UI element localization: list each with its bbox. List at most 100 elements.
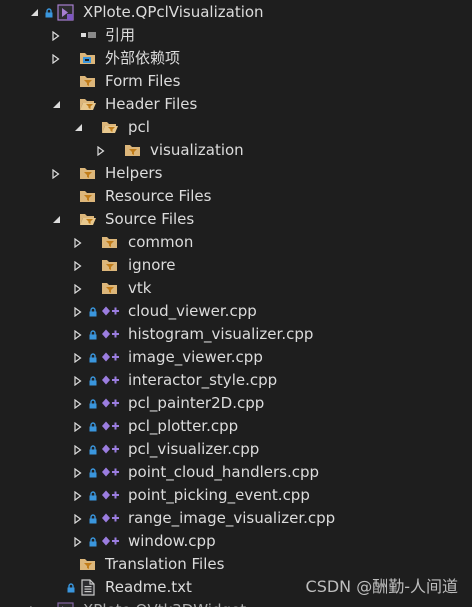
collapsed-arrow-icon[interactable] <box>72 513 84 525</box>
tree-item-label: pcl_visualizer.cpp <box>128 440 260 458</box>
tree-item-cpp-file[interactable]: point_cloud_handlers.cpp <box>0 461 472 484</box>
tree-item-resource-files[interactable]: Resource Files <box>0 185 472 208</box>
lock-icon <box>89 514 97 524</box>
collapsed-arrow-icon[interactable] <box>50 168 62 180</box>
collapsed-arrow-icon[interactable] <box>72 329 84 341</box>
cpp-file-icon <box>101 326 119 342</box>
expanded-arrow-icon[interactable] <box>72 122 84 134</box>
filter-folder-icon <box>101 257 119 273</box>
filter-folder-icon <box>124 142 142 158</box>
tree-item-helpers[interactable]: Helpers <box>0 162 472 185</box>
tree-item-pcl[interactable]: pcl <box>0 116 472 139</box>
tree-item-references[interactable]: 引用 <box>0 24 472 47</box>
collapsed-arrow-icon[interactable] <box>72 375 84 387</box>
tree-item-cpp-file[interactable]: interactor_style.cpp <box>0 369 472 392</box>
cpp-file-icon <box>101 303 119 319</box>
tree-item-cpp-file[interactable]: point_picking_event.cpp <box>0 484 472 507</box>
tree-item-label: histogram_visualizer.cpp <box>128 325 314 343</box>
tree-item-visualization[interactable]: visualization <box>0 139 472 162</box>
collapsed-arrow-icon[interactable] <box>72 444 84 456</box>
external-dependencies-icon <box>79 50 97 66</box>
tree-item-label: pcl <box>128 118 150 136</box>
tree-item-cpp-file[interactable]: pcl_visualizer.cpp <box>0 438 472 461</box>
expanded-arrow-icon[interactable] <box>28 7 40 19</box>
tree-item-common[interactable]: common <box>0 231 472 254</box>
collapsed-arrow-icon[interactable] <box>72 237 84 249</box>
tree-item-ignore[interactable]: ignore <box>0 254 472 277</box>
cpp-file-icon <box>101 372 119 388</box>
tree-item-cpp-file[interactable]: histogram_visualizer.cpp <box>0 323 472 346</box>
filter-folder-icon <box>79 556 97 572</box>
tree-item-cpp-file[interactable]: pcl_painter2D.cpp <box>0 392 472 415</box>
tree-item-label: point_picking_event.cpp <box>128 486 310 504</box>
tree-item-label: interactor_style.cpp <box>128 371 278 389</box>
collapsed-arrow-icon[interactable] <box>72 490 84 502</box>
collapsed-arrow-icon[interactable] <box>72 283 84 295</box>
filter-folder-open-icon <box>79 211 97 227</box>
tree-item-source-files[interactable]: Source Files <box>0 208 472 231</box>
tree-item-cpp-file[interactable]: range_image_visualizer.cpp <box>0 507 472 530</box>
tree-item-label: XPlote.QPclVisualization <box>83 3 264 21</box>
tree-item-label: visualization <box>150 141 244 159</box>
tree-item-label: pcl_painter2D.cpp <box>128 394 265 412</box>
tree-item-label: Form Files <box>105 72 181 90</box>
tree-item-cpp-file[interactable]: cloud_viewer.cpp <box>0 300 472 323</box>
tree-item-label: image_viewer.cpp <box>128 348 263 366</box>
collapsed-arrow-icon[interactable] <box>50 30 62 42</box>
collapsed-arrow-icon[interactable] <box>72 398 84 410</box>
collapsed-arrow-icon[interactable] <box>50 53 62 65</box>
expanded-arrow-icon[interactable] <box>50 214 62 226</box>
lock-icon <box>89 376 97 386</box>
filter-folder-icon <box>79 73 97 89</box>
project-icon <box>57 602 75 607</box>
collapsed-arrow-icon[interactable] <box>72 260 84 272</box>
lock-icon <box>89 399 97 409</box>
filter-folder-icon <box>79 188 97 204</box>
tree-item-project[interactable]: XPlote.QPclVisualization <box>0 1 472 24</box>
cpp-file-icon <box>101 349 119 365</box>
lock-icon <box>89 445 97 455</box>
watermark: CSDN @酬勤-人间道 <box>305 577 458 596</box>
project-icon <box>57 4 75 21</box>
tree-item-label: 引用 <box>105 26 136 44</box>
expanded-arrow-icon[interactable] <box>50 99 62 111</box>
cpp-file-icon <box>101 464 119 480</box>
tree-item-cpp-file[interactable]: image_viewer.cpp <box>0 346 472 369</box>
cpp-file-icon <box>101 418 119 434</box>
tree-item-vtk[interactable]: vtk <box>0 277 472 300</box>
cpp-file-icon <box>101 533 119 549</box>
tree-item-label: XPlote.QVtk3DWidget <box>83 599 246 607</box>
collapsed-arrow-icon[interactable] <box>72 352 84 364</box>
text-file-icon <box>80 579 98 596</box>
references-icon <box>79 27 97 43</box>
lock-icon <box>89 353 97 363</box>
tree-item-label: Readme.txt <box>105 578 192 596</box>
tree-item-label: range_image_visualizer.cpp <box>128 509 336 527</box>
tree-item-label: pcl_plotter.cpp <box>128 417 239 435</box>
collapsed-arrow-icon[interactable] <box>95 145 107 157</box>
tree-item-form-files[interactable]: Form Files <box>0 70 472 93</box>
collapsed-arrow-icon[interactable] <box>72 467 84 479</box>
collapsed-arrow-icon[interactable] <box>72 536 84 548</box>
tree-item-cpp-file[interactable]: window.cpp <box>0 530 472 553</box>
tree-item-label: Header Files <box>105 95 198 113</box>
tree-item-label: Resource Files <box>105 187 212 205</box>
tree-item-label: Translation Files <box>105 555 225 573</box>
cpp-file-icon <box>101 441 119 457</box>
filter-folder-icon <box>79 165 97 181</box>
tree-item-next-project[interactable]: XPlote.QVtk3DWidget <box>0 599 472 607</box>
tree-item-label: vtk <box>128 279 152 297</box>
lock-icon <box>67 583 75 593</box>
tree-item-header-files[interactable]: Header Files <box>0 93 472 116</box>
lock-icon <box>89 422 97 432</box>
tree-item-label: common <box>128 233 194 251</box>
tree-item-label: ignore <box>128 256 176 274</box>
solution-explorer-tree: XPlote.QPclVisualization 引用 外部依赖项 Form F… <box>0 0 472 607</box>
tree-item-external-dependencies[interactable]: 外部依赖项 <box>0 47 472 70</box>
cpp-file-icon <box>101 395 119 411</box>
filter-folder-open-icon <box>79 96 97 112</box>
collapsed-arrow-icon[interactable] <box>72 421 84 433</box>
tree-item-label: point_cloud_handlers.cpp <box>128 463 320 481</box>
collapsed-arrow-icon[interactable] <box>72 306 84 318</box>
tree-item-cpp-file[interactable]: pcl_plotter.cpp <box>0 415 472 438</box>
